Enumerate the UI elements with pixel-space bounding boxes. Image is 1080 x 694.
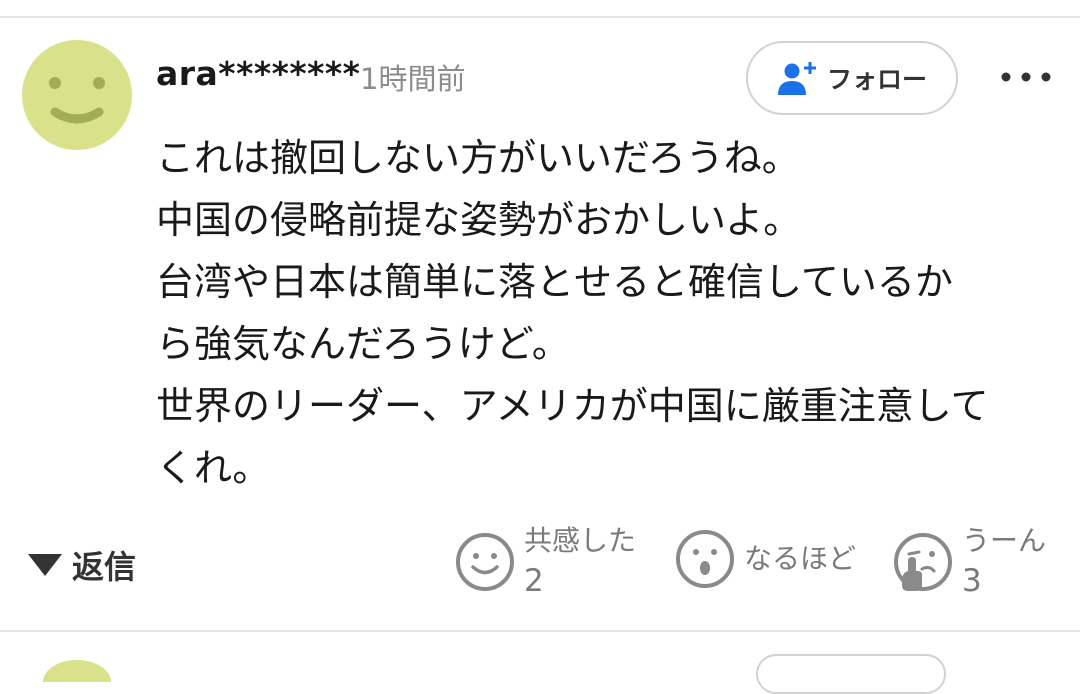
reaction-label: うーん xyxy=(962,524,1047,557)
username[interactable]: ara******** xyxy=(156,54,360,93)
reply-label: 返信 xyxy=(72,548,137,586)
bottom-divider xyxy=(0,630,1080,632)
comment-line: これは撤回しない方がいいだろうね。 xyxy=(156,136,800,180)
comment-line: 台湾や日本は簡単に落とせると確信しているか xyxy=(156,260,953,304)
comment-line: 中国の侵略前提な姿勢がおかしいよ。 xyxy=(156,198,802,242)
smile-face-icon xyxy=(456,533,514,591)
comment-line: くれ。 xyxy=(156,446,271,490)
next-comment-follow-button xyxy=(756,654,946,694)
reaction-label: 共感した xyxy=(524,524,637,557)
surprised-face-icon xyxy=(676,530,734,588)
comment-line: ら強気なんだろうけど。 xyxy=(156,322,570,366)
thinking-face-icon xyxy=(894,533,952,591)
top-divider xyxy=(0,16,1080,18)
comment-line: 世界のリーダー、アメリカが中国に厳重注意して xyxy=(156,384,989,428)
reaction-empathy-button[interactable]: 共感した 2 xyxy=(454,522,636,602)
reaction-naruhodo-button[interactable]: なるほど xyxy=(674,528,856,590)
follow-button[interactable]: フォロー xyxy=(746,41,958,115)
follow-label: フォロー xyxy=(826,65,927,94)
timestamp: 1時間前 xyxy=(360,62,466,96)
reaction-count: 3 xyxy=(962,563,982,599)
avatar-smile-icon[interactable] xyxy=(22,40,132,150)
reaction-uun-button[interactable]: うーん 3 xyxy=(892,522,1046,602)
more-dots-icon xyxy=(1001,72,1051,82)
add-user-icon xyxy=(777,62,816,95)
reaction-label: なるほど xyxy=(744,542,857,575)
comment-body: これは撤回しない方がいいだろうね。 中国の侵略前提な姿勢がおかしいよ。 台湾や日… xyxy=(156,127,1061,499)
triangle-down-icon xyxy=(28,554,62,576)
reply-toggle-button[interactable]: 返信 xyxy=(28,540,136,590)
more-options-button[interactable] xyxy=(996,62,1056,92)
reaction-count: 2 xyxy=(524,563,544,599)
next-comment-avatar-icon xyxy=(43,660,111,682)
